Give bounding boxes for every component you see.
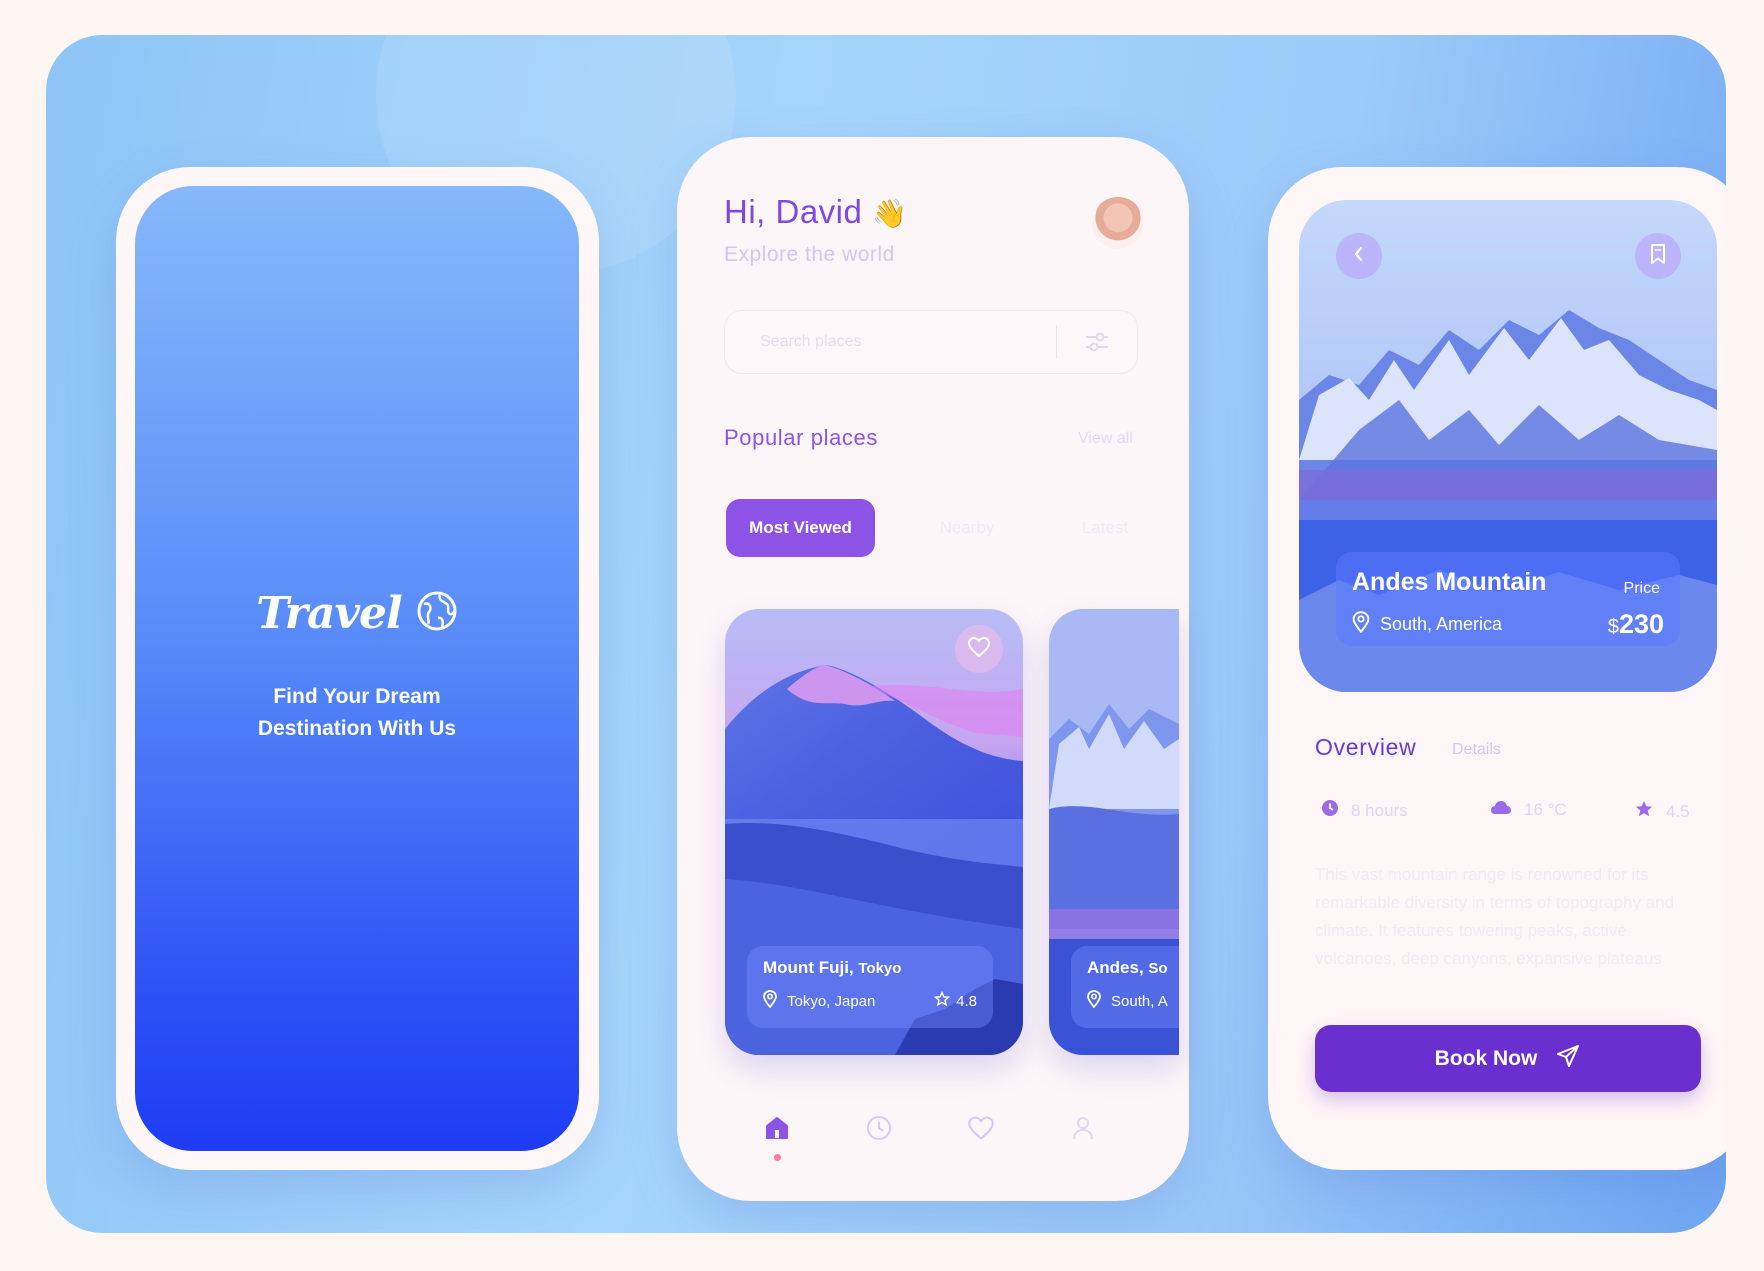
greeting: Hi, David 👋: [724, 193, 907, 231]
location-pin-icon: [763, 990, 777, 1012]
price-label: Price: [1623, 580, 1660, 597]
stat-duration: 8 hours: [1321, 799, 1408, 822]
place-location: Tokyo, Japan: [787, 992, 876, 1010]
place-card-andes[interactable]: Andes, So South, A: [1049, 609, 1179, 1055]
card-title: Mount Fuji, Tokyo: [763, 958, 977, 978]
greeting-text: Hi, David: [724, 193, 863, 230]
place-title: Andes Mountain: [1352, 568, 1547, 596]
detail-phone: Andes Mountain Price South, America $230…: [1268, 167, 1726, 1170]
filter-tab-latest[interactable]: Latest: [1065, 499, 1145, 557]
heart-icon: [967, 636, 991, 663]
home-phone: Hi, David 👋 Explore the world Search pla…: [677, 137, 1189, 1201]
place-city: Tokyo: [858, 960, 902, 977]
tab-details[interactable]: Details: [1452, 741, 1501, 759]
active-nav-indicator: [774, 1154, 781, 1161]
filter-tab-nearby[interactable]: Nearby: [917, 499, 1017, 557]
book-now-label: Book Now: [1434, 1046, 1538, 1070]
nav-history[interactable]: [861, 1112, 897, 1148]
star-icon: [933, 990, 951, 1011]
clock-icon: [865, 1114, 893, 1147]
clock-icon: [1321, 799, 1339, 822]
tab-overview[interactable]: Overview: [1315, 734, 1416, 761]
card-meta: Tokyo, Japan 4.8: [763, 990, 977, 1012]
greeting-subtitle: Explore the world: [724, 243, 895, 266]
view-all-link[interactable]: View all: [1078, 430, 1133, 448]
card-title: Andes, So: [1087, 958, 1179, 978]
place-meta: South, America $230: [1352, 609, 1664, 640]
location-pin-icon: [1352, 611, 1370, 638]
stat-temperature: 16 °C: [1490, 799, 1567, 820]
bookmark-button[interactable]: [1635, 233, 1681, 279]
place-info-panel: Andes Mountain Price South, America $230: [1336, 552, 1680, 646]
home-icon: [763, 1114, 791, 1147]
showcase-background: Travel Find Your Dream Destination With …: [46, 35, 1726, 1233]
tagline-line-1: Find Your Dream: [273, 685, 441, 708]
stat-rating: 4.5: [1634, 799, 1690, 824]
place-location: South, A: [1111, 992, 1168, 1010]
place-city: So: [1148, 960, 1168, 977]
nav-home[interactable]: [759, 1112, 795, 1148]
cloud-icon: [1490, 799, 1512, 820]
place-rating: 4.8: [956, 992, 977, 1010]
tagline-line-2: Destination With Us: [257, 717, 457, 740]
bookmark-icon: [1649, 243, 1667, 270]
section-title: Popular places: [724, 425, 878, 450]
place-description: This vast mountain range is renowned for…: [1315, 865, 1675, 968]
logo-text: Travel: [256, 588, 403, 639]
back-button[interactable]: [1336, 233, 1382, 279]
price-currency: $: [1607, 616, 1619, 638]
location-pin-icon: [1087, 990, 1101, 1012]
place-price: $230: [1608, 609, 1664, 640]
favorite-button[interactable]: [955, 625, 1003, 673]
filter-sliders-icon[interactable]: [1057, 328, 1137, 356]
send-icon: [1555, 1043, 1581, 1075]
globe-icon: [416, 590, 458, 637]
hero-image: Andes Mountain Price South, America $230: [1299, 200, 1717, 692]
card-info: Mount Fuji, Tokyo Tokyo, Japan 4.8: [747, 946, 993, 1028]
avatar[interactable]: [1092, 197, 1144, 249]
star-icon: [1634, 799, 1654, 824]
stat-value: 16 °C: [1524, 799, 1567, 819]
price-value: 230: [1618, 609, 1664, 639]
wave-emoji: 👋: [872, 198, 908, 229]
place-name: Andes,: [1087, 958, 1144, 977]
place-card-mount-fuji[interactable]: Mount Fuji, Tokyo Tokyo, Japan 4.8: [725, 609, 1023, 1055]
stat-value: 8 hours: [1351, 800, 1408, 820]
place-location: South, America: [1380, 614, 1503, 634]
place-name: Mount Fuji,: [763, 958, 854, 977]
splash-screen: Travel Find Your Dream Destination With …: [135, 186, 579, 1151]
filter-tab-most-viewed[interactable]: Most Viewed: [726, 499, 875, 557]
search-input[interactable]: Search places: [760, 333, 1056, 351]
card-info: Andes, So South, A: [1071, 946, 1179, 1028]
book-now-button[interactable]: Book Now: [1315, 1025, 1701, 1092]
profile-icon: [1069, 1114, 1097, 1147]
search-bar[interactable]: Search places: [724, 310, 1138, 374]
splash-tagline: Find Your Dream Destination With Us: [247, 681, 467, 745]
nav-favorites[interactable]: [963, 1112, 999, 1148]
nav-profile[interactable]: [1065, 1112, 1101, 1148]
splash-phone: Travel Find Your Dream Destination With …: [116, 167, 599, 1170]
card-meta: South, A: [1087, 990, 1179, 1012]
heart-icon: [967, 1115, 995, 1146]
chevron-left-icon: [1352, 245, 1366, 268]
stat-value: 4.5: [1666, 801, 1690, 821]
app-logo: Travel: [256, 588, 458, 639]
